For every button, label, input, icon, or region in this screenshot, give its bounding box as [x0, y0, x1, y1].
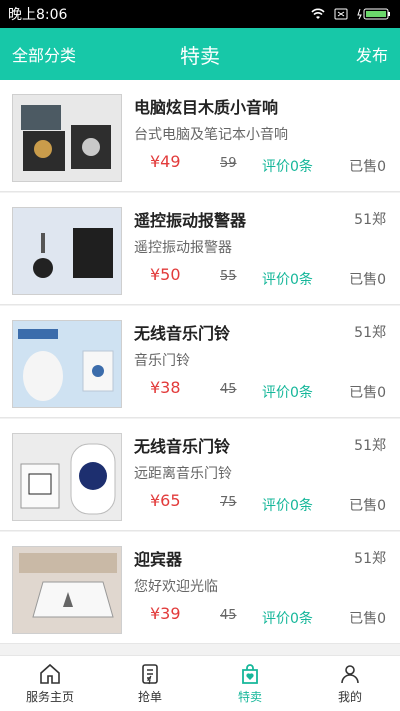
product-item[interactable]: 电脑炫目木质小音响 台式电脑及笔记本小音响 ¥49 59 评价0条 已售0 [0, 80, 400, 192]
original-price: 55 [220, 269, 237, 284]
nav-home[interactable]: 服务主页 [0, 656, 100, 711]
product-item[interactable]: 无线音乐门铃 51郑 远距离音乐门铃 ¥65 75 评价0条 已售0 [0, 419, 400, 531]
user-icon [341, 665, 359, 684]
product-desc: 台式电脑及笔记本小音响 [134, 127, 288, 143]
home-icon [40, 663, 60, 684]
original-price: 59 [220, 156, 237, 171]
bottom-navigation: 服务主页 抢单 特卖 我的 [0, 655, 400, 711]
review-count[interactable]: 评价0条 [262, 269, 313, 289]
orders-icon [142, 664, 158, 685]
all-categories-button[interactable]: 全部分类 [12, 42, 76, 66]
battery-icon [356, 7, 392, 21]
review-count[interactable]: 评价0条 [262, 495, 313, 515]
nav-grab-label: 抢单 [137, 690, 162, 704]
store-name: 51郑 [354, 551, 386, 567]
product-item[interactable]: 迎宾器 51郑 您好欢迎光临 ¥39 45 评价0条 已售0 [0, 532, 400, 644]
product-image [12, 546, 122, 634]
top-bar: 全部分类 特卖 发布 [0, 28, 400, 80]
product-desc: 远距离音乐门铃 [134, 466, 232, 482]
product-price: ¥39 [150, 604, 181, 623]
status-bar: 晚上8:06 [0, 0, 400, 28]
store-name: 51郑 [354, 325, 386, 341]
nav-home-label: 服务主页 [25, 690, 74, 704]
product-price: ¥50 [150, 265, 181, 284]
product-price: ¥49 [150, 152, 181, 171]
nav-mine[interactable]: 我的 [300, 656, 400, 711]
status-icons [310, 7, 392, 21]
product-list: 电脑炫目木质小音响 台式电脑及笔记本小音响 ¥49 59 评价0条 已售0 遥控… [0, 80, 400, 655]
nav-sale-label: 特卖 [237, 690, 262, 704]
original-price: 45 [220, 608, 237, 623]
product-name: 电脑炫目木质小音响 [134, 98, 279, 117]
product-image [12, 320, 122, 408]
publish-button[interactable]: 发布 [356, 42, 388, 66]
product-item[interactable]: 无线音乐门铃 51郑 音乐门铃 ¥38 45 评价0条 已售0 [0, 306, 400, 418]
original-price: 75 [220, 495, 237, 510]
product-price: ¥65 [150, 491, 181, 510]
product-price: ¥38 [150, 378, 181, 397]
sim-icon [334, 8, 348, 20]
nav-mine-label: 我的 [337, 690, 362, 704]
product-name: 无线音乐门铃 [134, 324, 231, 343]
wifi-icon [310, 8, 326, 20]
product-desc: 您好欢迎光临 [134, 579, 218, 595]
sold-count: 已售0 [349, 498, 386, 514]
product-image [12, 207, 122, 295]
sold-count: 已售0 [349, 385, 386, 401]
nav-grab[interactable]: 抢单 [100, 656, 200, 711]
sold-count: 已售0 [349, 272, 386, 288]
sold-count: 已售0 [349, 611, 386, 627]
product-name: 无线音乐门铃 [134, 437, 231, 456]
product-name: 遥控振动报警器 [134, 211, 247, 230]
product-image [12, 94, 122, 182]
product-name: 迎宾器 [134, 550, 183, 569]
review-count[interactable]: 评价0条 [262, 382, 313, 402]
store-name: 51郑 [354, 438, 386, 454]
sold-count: 已售0 [349, 159, 386, 175]
review-count[interactable]: 评价0条 [262, 156, 313, 176]
product-desc: 音乐门铃 [134, 353, 190, 369]
nav-sale[interactable]: 特卖 [200, 656, 300, 711]
store-name: 51郑 [354, 212, 386, 228]
product-desc: 遥控振动报警器 [134, 240, 232, 256]
product-image [12, 433, 122, 521]
shopping-bag-icon [242, 664, 258, 684]
review-count[interactable]: 评价0条 [262, 608, 313, 628]
status-time: 晚上8:06 [8, 7, 68, 23]
product-item[interactable]: 遥控振动报警器 51郑 遥控振动报警器 ¥50 55 评价0条 已售0 [0, 193, 400, 305]
original-price: 45 [220, 382, 237, 397]
